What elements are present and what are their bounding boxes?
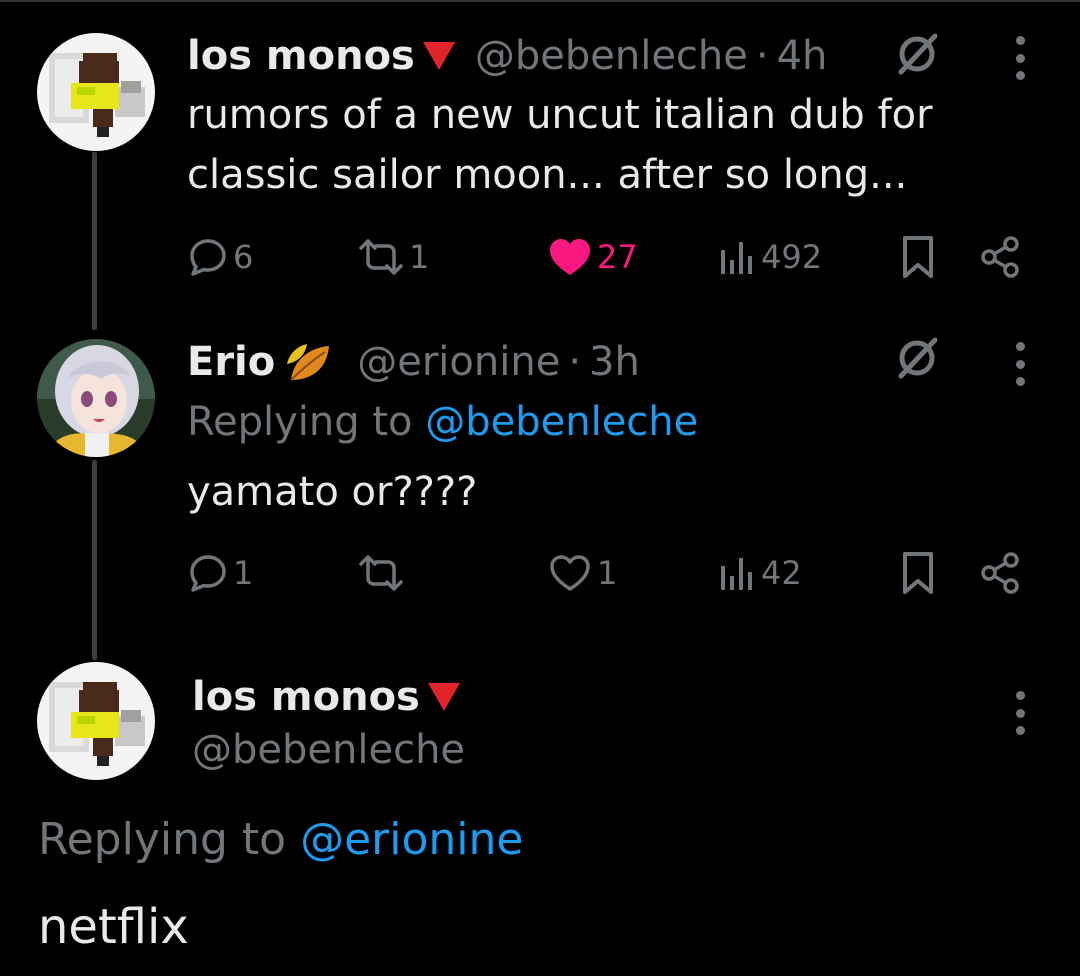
avatar[interactable]	[37, 339, 155, 457]
bookmark-icon[interactable]	[899, 232, 937, 282]
views-count: 42	[761, 554, 802, 592]
display-name[interactable]: Erio	[187, 338, 275, 386]
views-chart-icon	[721, 558, 752, 590]
reply-icon	[190, 555, 226, 592]
retweet-icon	[359, 555, 403, 591]
red-triangle-down-icon	[422, 42, 455, 70]
reply-button[interactable]: 6	[187, 232, 253, 282]
like-button[interactable]: 27	[547, 232, 638, 282]
retweet-button[interactable]	[357, 548, 409, 598]
tweet-actions: 6 1 27 492	[187, 232, 1027, 282]
tweet-text-line: rumors of a new uncut italian dub for	[187, 92, 933, 138]
bookmark-icon[interactable]	[899, 548, 937, 598]
views-chart-icon	[721, 242, 752, 274]
reply-count: 6	[233, 238, 254, 276]
retweet-icon	[359, 239, 403, 275]
more-options-icon[interactable]	[1014, 36, 1026, 80]
reply-count: 1	[233, 554, 254, 592]
handle[interactable]: @bebenleche	[192, 726, 465, 774]
handle[interactable]: @erionine	[357, 338, 560, 386]
share-icon[interactable]	[977, 232, 1023, 282]
like-count: 27	[597, 238, 638, 276]
more-options-icon[interactable]	[1014, 342, 1026, 386]
thread-line	[92, 152, 97, 330]
anime-girl-avatar-icon	[37, 339, 155, 457]
autumn-leaf-icon	[287, 344, 330, 381]
share-icon[interactable]	[977, 548, 1023, 598]
replying-to: Replying to @erionine	[38, 814, 523, 866]
tweet-text: rumors of a new uncut italian dub for cl…	[187, 85, 933, 205]
views-button[interactable]: 42	[717, 548, 802, 598]
timestamp[interactable]: 3h	[589, 338, 640, 386]
grok-icon[interactable]	[893, 334, 941, 382]
retweet-button[interactable]: 1	[357, 232, 429, 282]
display-name[interactable]: los monos	[187, 32, 415, 80]
views-button[interactable]: 492	[717, 232, 822, 282]
author-name-row: los monos	[192, 673, 480, 721]
grok-icon[interactable]	[893, 30, 941, 78]
tweet-text-line: classic sailor moon... after so long...	[187, 152, 908, 198]
pixel-character-avatar-icon	[37, 33, 155, 151]
mention-link[interactable]: @bebenleche	[425, 399, 698, 445]
more-options-icon[interactable]	[1014, 691, 1026, 735]
reply-button[interactable]: 1	[187, 548, 253, 598]
retweet-count: 1	[409, 238, 430, 276]
avatar[interactable]	[37, 662, 155, 780]
handle[interactable]: @bebenleche	[475, 32, 748, 80]
like-button[interactable]: 1	[547, 548, 617, 598]
display-name[interactable]: los monos	[192, 673, 420, 721]
replying-to-label: Replying to	[187, 399, 413, 445]
separator: ·	[755, 33, 769, 79]
avatar[interactable]	[37, 33, 155, 151]
replying-to-label: Replying to	[38, 814, 287, 865]
pixel-character-avatar-icon	[37, 662, 155, 780]
tweet-header: Erio @erionine · 3h	[187, 338, 640, 386]
top-divider	[0, 0, 1080, 2]
like-count: 1	[597, 554, 618, 592]
red-triangle-down-icon	[427, 683, 460, 711]
separator: ·	[568, 339, 582, 385]
timestamp[interactable]: 4h	[777, 32, 828, 80]
reply-icon	[190, 239, 226, 276]
tweet-text: netflix	[38, 899, 189, 955]
replying-to: Replying to @bebenleche	[187, 398, 698, 446]
heart-outline-icon	[550, 555, 590, 591]
tweet-header: los monos @bebenleche · 4h	[187, 32, 827, 80]
heart-filled-icon	[550, 239, 590, 275]
thread-line	[92, 460, 97, 660]
views-count: 492	[761, 238, 823, 276]
tweet-actions: 1 1 42	[187, 548, 1027, 598]
mention-link[interactable]: @erionine	[300, 814, 523, 865]
tweet-text: yamato or????	[187, 469, 478, 515]
